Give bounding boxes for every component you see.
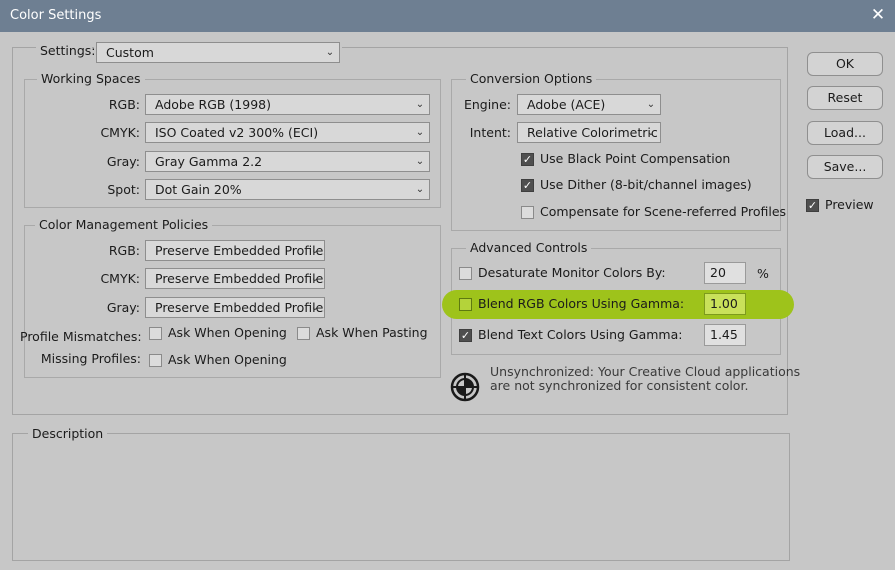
advanced-title: Advanced Controls [466, 241, 592, 255]
preview-checkbox[interactable]: ✓ [806, 199, 819, 212]
settings-label: Settings: [40, 43, 96, 58]
policy-cmyk-value: Preserve Embedded Profiles [155, 271, 325, 286]
ws-cmyk-value: ISO Coated v2 300% (ECI) [155, 125, 319, 140]
blend-rgb-input[interactable]: 1.00 [704, 293, 746, 315]
blend-rgb-label: Blend RGB Colors Using Gamma: [478, 296, 685, 311]
settings-label-box: Settings: [36, 43, 96, 62]
ws-rgb-select[interactable]: Adobe RGB (1998) ⌄ [145, 94, 430, 115]
chevron-down-icon: ⌄ [310, 273, 320, 284]
reset-button[interactable]: Reset [807, 86, 883, 110]
dither-label: Use Dither (8-bit/channel images) [540, 177, 752, 192]
mismatch-ask-opening-checkbox[interactable] [149, 327, 162, 340]
chevron-down-icon: ⌄ [415, 184, 425, 195]
mismatch-label: Profile Mismatches: [20, 329, 142, 344]
chevron-down-icon: ⌄ [310, 302, 320, 313]
chevron-down-icon: ⌄ [415, 127, 425, 138]
ws-gray-select[interactable]: Gray Gamma 2.2 ⌄ [145, 151, 430, 172]
intent-label: Intent: [469, 125, 511, 140]
ws-cmyk-select[interactable]: ISO Coated v2 300% (ECI) ⌄ [145, 122, 430, 143]
settings-select[interactable]: Custom ⌄ [96, 42, 340, 63]
conversion-title: Conversion Options [466, 72, 597, 86]
policy-gray-value: Preserve Embedded Profiles [155, 300, 325, 315]
chevron-down-icon: ⌄ [646, 99, 656, 110]
window-title: Color Settings [10, 8, 102, 23]
desaturate-input[interactable]: 20 [704, 262, 746, 284]
policy-rgb-select[interactable]: Preserve Embedded Profiles ⌄ [145, 240, 325, 261]
ws-spot-label: Spot: [107, 182, 140, 197]
blend-rgb-checkbox[interactable] [459, 298, 472, 311]
desaturate-unit: % [757, 266, 769, 281]
policy-rgb-label: RGB: [108, 243, 140, 258]
sync-message-line2: are not synchronized for consistent colo… [490, 378, 749, 393]
missing-label: Missing Profiles: [40, 351, 141, 366]
engine-label: Engine: [463, 97, 511, 112]
load-button[interactable]: Load... [807, 121, 883, 145]
blend-text-checkbox[interactable]: ✓ [459, 329, 472, 342]
scene-referred-checkbox[interactable] [521, 206, 534, 219]
title-bar [0, 0, 895, 32]
blend-text-input[interactable]: 1.45 [704, 324, 746, 346]
policy-cmyk-select[interactable]: Preserve Embedded Profiles ⌄ [145, 268, 325, 289]
sync-message-line1: Unsynchronized: Your Creative Cloud appl… [490, 364, 801, 379]
ws-rgb-value: Adobe RGB (1998) [155, 97, 271, 112]
chevron-down-icon: ⌄ [310, 245, 320, 256]
chevron-down-icon: ⌄ [415, 156, 425, 167]
close-icon[interactable]: ✕ [866, 4, 890, 26]
ws-spot-select[interactable]: Dot Gain 20% ⌄ [145, 179, 430, 200]
engine-value: Adobe (ACE) [527, 97, 606, 112]
ws-rgb-label: RGB: [108, 97, 140, 112]
ws-gray-value: Gray Gamma 2.2 [155, 154, 263, 169]
ok-button[interactable]: OK [807, 52, 883, 76]
description-title: Description [28, 427, 108, 441]
preview-label: Preview [825, 197, 874, 212]
mismatch-ask-opening-label: Ask When Opening [168, 325, 287, 340]
policy-gray-select[interactable]: Preserve Embedded Profiles ⌄ [145, 297, 325, 318]
policy-gray-label: Gray: [106, 300, 140, 315]
ws-spot-value: Dot Gain 20% [155, 182, 242, 197]
settings-value: Custom [106, 45, 154, 60]
policy-cmyk-label: CMYK: [100, 271, 140, 286]
intent-value: Relative Colorimetric [527, 125, 658, 140]
desaturate-label: Desaturate Monitor Colors By: [478, 265, 666, 280]
desaturate-checkbox[interactable] [459, 267, 472, 280]
save-button[interactable]: Save... [807, 155, 883, 179]
chevron-down-icon: ⌄ [415, 99, 425, 110]
engine-select[interactable]: Adobe (ACE) ⌄ [517, 94, 661, 115]
policies-title: Color Management Policies [35, 218, 213, 232]
description-frame [12, 433, 790, 561]
mismatch-ask-pasting-checkbox[interactable] [297, 327, 310, 340]
blend-text-label: Blend Text Colors Using Gamma: [478, 327, 683, 342]
policy-rgb-value: Preserve Embedded Profiles [155, 243, 325, 258]
dither-checkbox[interactable]: ✓ [521, 179, 534, 192]
sync-status-icon [449, 371, 481, 403]
scene-referred-label: Compensate for Scene-referred Profiles [540, 204, 787, 219]
mismatch-ask-pasting-label: Ask When Pasting [316, 325, 428, 340]
chevron-down-icon: ⌄ [646, 127, 656, 138]
chevron-down-icon: ⌄ [325, 47, 335, 58]
black-point-checkbox[interactable]: ✓ [521, 153, 534, 166]
intent-select[interactable]: Relative Colorimetric ⌄ [517, 122, 661, 143]
black-point-label: Use Black Point Compensation [540, 151, 731, 166]
working-spaces-title: Working Spaces [37, 72, 145, 86]
ws-cmyk-label: CMYK: [100, 125, 140, 140]
missing-ask-opening-label: Ask When Opening [168, 352, 287, 367]
missing-ask-opening-checkbox[interactable] [149, 354, 162, 367]
ws-gray-label: Gray: [106, 154, 140, 169]
